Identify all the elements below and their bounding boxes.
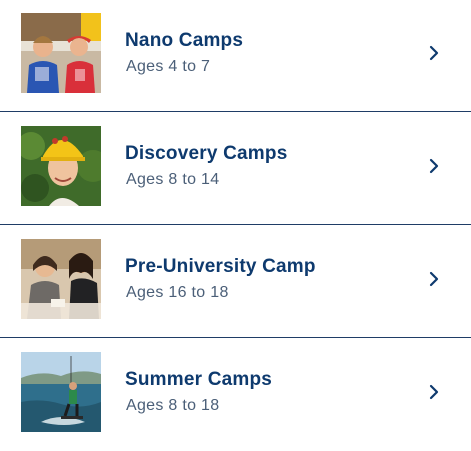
camp-item-pre-university[interactable]: Pre-University Camp Ages 16 to 18 xyxy=(0,226,471,338)
camp-item-summer[interactable]: Summer Camps Ages 8 to 18 xyxy=(0,339,471,451)
camp-item-discovery[interactable]: Discovery Camps Ages 8 to 14 xyxy=(0,113,471,225)
divider xyxy=(0,337,471,338)
students-at-table-photo xyxy=(21,239,101,319)
camp-title: Summer Camps xyxy=(125,369,273,390)
chevron-right-icon[interactable] xyxy=(428,45,440,61)
camp-title: Pre-University Camp xyxy=(125,256,316,277)
camp-item-nano[interactable]: Nano Camps Ages 4 to 7 xyxy=(0,0,471,112)
camp-age-range: Ages 8 to 14 xyxy=(126,171,220,188)
divider xyxy=(0,224,471,225)
chevron-right-icon[interactable] xyxy=(428,384,440,400)
camp-age-range: Ages 4 to 7 xyxy=(126,58,211,75)
camp-age-range: Ages 16 to 18 xyxy=(126,284,229,301)
camp-title: Nano Camps xyxy=(125,30,244,51)
camp-age-range: Ages 8 to 18 xyxy=(126,397,220,414)
camp-title: Discovery Camps xyxy=(125,143,288,164)
divider xyxy=(0,111,471,112)
child-in-yellow-helmet-photo xyxy=(21,126,101,206)
chevron-right-icon[interactable] xyxy=(428,271,440,287)
kids-in-pinnies-photo xyxy=(21,13,101,93)
camp-list: Nano Camps Ages 4 to 7 Discovery Camps A… xyxy=(0,0,471,442)
wakeboarder-on-lake-photo xyxy=(21,352,101,432)
chevron-right-icon[interactable] xyxy=(428,158,440,174)
